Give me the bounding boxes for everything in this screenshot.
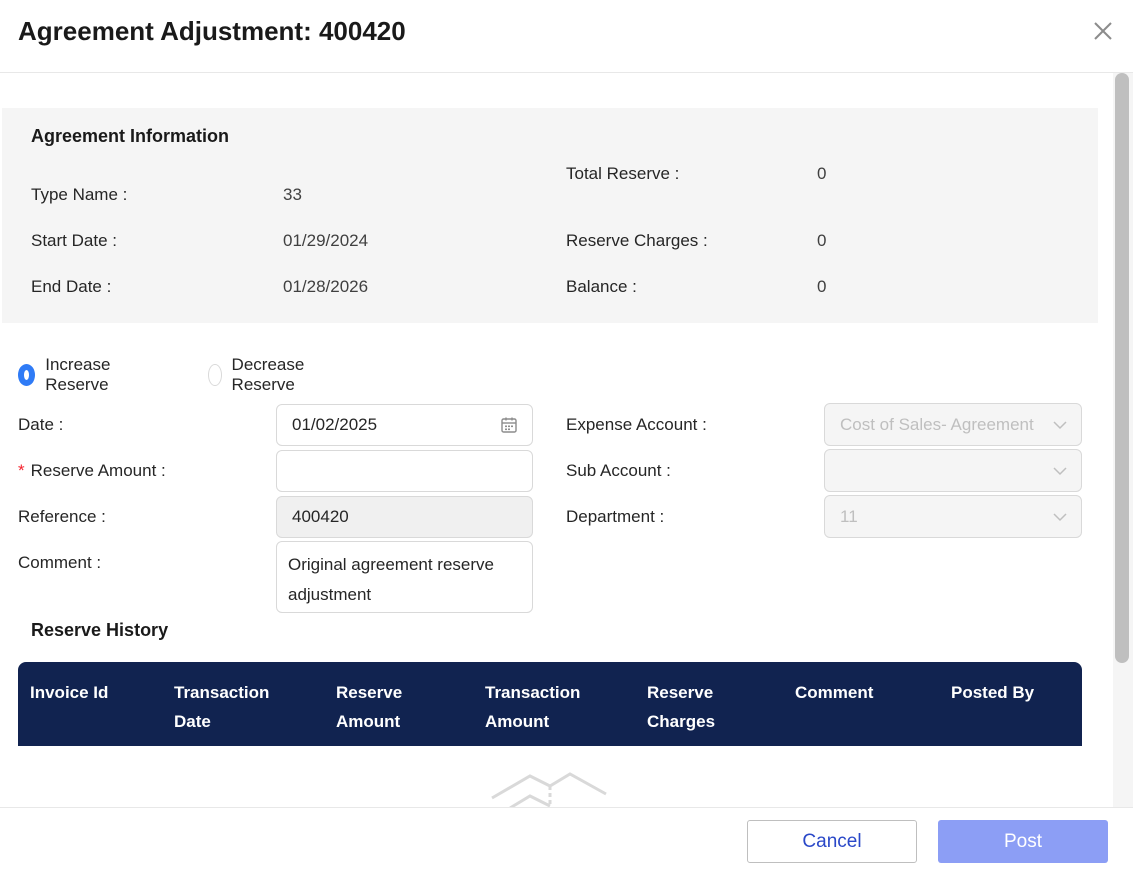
agreement-info-panel: Agreement Information Type Name : 33 Sta… bbox=[2, 108, 1098, 323]
column-header-comment: Comment bbox=[795, 683, 874, 702]
reference-label: Reference : bbox=[18, 507, 106, 526]
reserve-charges-label: Reserve Charges : bbox=[566, 231, 708, 250]
dialog-footer: Cancel Post bbox=[0, 807, 1133, 878]
cancel-button[interactable]: Cancel bbox=[747, 820, 917, 863]
total-reserve-value: 0 bbox=[817, 164, 827, 183]
sub-account-select bbox=[824, 449, 1082, 492]
scrollbar[interactable] bbox=[1113, 73, 1133, 808]
date-label: Date : bbox=[18, 415, 64, 434]
end-date-value: 01/28/2026 bbox=[283, 277, 369, 296]
scrollbar-thumb[interactable] bbox=[1115, 73, 1129, 663]
type-name-value: 33 bbox=[283, 185, 302, 204]
date-value[interactable]: 01/02/2025 bbox=[292, 415, 377, 435]
comment-textarea[interactable]: Original agreement reserve adjustment bbox=[276, 541, 533, 613]
column-header-transaction-date: Transaction Date bbox=[174, 683, 270, 731]
reserve-amount-label-text: Reserve Amount : bbox=[30, 461, 166, 480]
column-header-transaction-amount: Transaction Amount bbox=[485, 683, 581, 731]
expense-account-label: Expense Account : bbox=[566, 415, 707, 434]
expense-account-value: Cost of Sales- Agreement bbox=[840, 414, 1034, 434]
increase-reserve-radio[interactable]: Increase Reserve bbox=[18, 355, 115, 395]
reserve-amount-input[interactable] bbox=[276, 450, 533, 492]
department-select: 11 bbox=[824, 495, 1082, 538]
reserve-charges-value: 0 bbox=[817, 231, 827, 250]
decrease-reserve-radio[interactable]: Decrease Reserve bbox=[208, 355, 313, 395]
radio-checked-icon[interactable] bbox=[18, 364, 36, 386]
start-date-label: Start Date : bbox=[31, 231, 117, 250]
chevron-down-icon bbox=[1053, 421, 1067, 430]
required-asterisk: * bbox=[18, 461, 25, 480]
calendar-icon[interactable] bbox=[500, 416, 518, 434]
total-reserve-label: Total Reserve : bbox=[566, 164, 680, 183]
close-icon[interactable] bbox=[1090, 18, 1116, 44]
agreement-info-title: Agreement Information bbox=[31, 126, 230, 146]
reference-value: 400420 bbox=[292, 507, 349, 526]
column-header-posted-by: Posted By bbox=[951, 683, 1035, 702]
dialog-header: Agreement Adjustment: 400420 bbox=[0, 0, 1133, 73]
department-label: Department : bbox=[566, 507, 665, 526]
reference-input: 400420 bbox=[276, 496, 533, 538]
dialog-title: Agreement Adjustment: 400420 bbox=[18, 16, 406, 46]
reserve-history-title: Reserve History bbox=[31, 620, 169, 640]
column-header-reserve-charges: Reserve Charges bbox=[647, 683, 716, 731]
department-value: 11 bbox=[840, 506, 858, 526]
post-button[interactable]: Post bbox=[938, 820, 1108, 863]
column-header-reserve-amount: Reserve Amount bbox=[336, 683, 403, 731]
chevron-down-icon bbox=[1053, 513, 1067, 522]
column-header-invoice-id: Invoice Id bbox=[30, 683, 109, 702]
chevron-down-icon bbox=[1053, 467, 1067, 476]
decrease-reserve-label[interactable]: Decrease Reserve bbox=[232, 355, 313, 395]
sub-account-label: Sub Account : bbox=[566, 461, 671, 480]
reserve-history-table-header: Invoice Id Transaction Date Reserve Amou… bbox=[18, 662, 1082, 746]
date-picker[interactable]: 01/02/2025 bbox=[276, 404, 533, 446]
comment-label: Comment : bbox=[18, 553, 102, 572]
increase-reserve-label[interactable]: Increase Reserve bbox=[45, 355, 115, 395]
reserve-amount-label: * Reserve Amount : bbox=[18, 461, 166, 481]
expense-account-select: Cost of Sales- Agreement bbox=[824, 403, 1082, 446]
balance-label: Balance : bbox=[566, 277, 637, 296]
end-date-label: End Date : bbox=[31, 277, 112, 296]
start-date-value: 01/29/2024 bbox=[283, 231, 369, 250]
radio-unchecked-icon[interactable] bbox=[208, 364, 222, 386]
balance-value: 0 bbox=[817, 277, 827, 296]
empty-box-icon bbox=[491, 772, 607, 810]
type-name-label: Type Name : bbox=[31, 185, 128, 204]
